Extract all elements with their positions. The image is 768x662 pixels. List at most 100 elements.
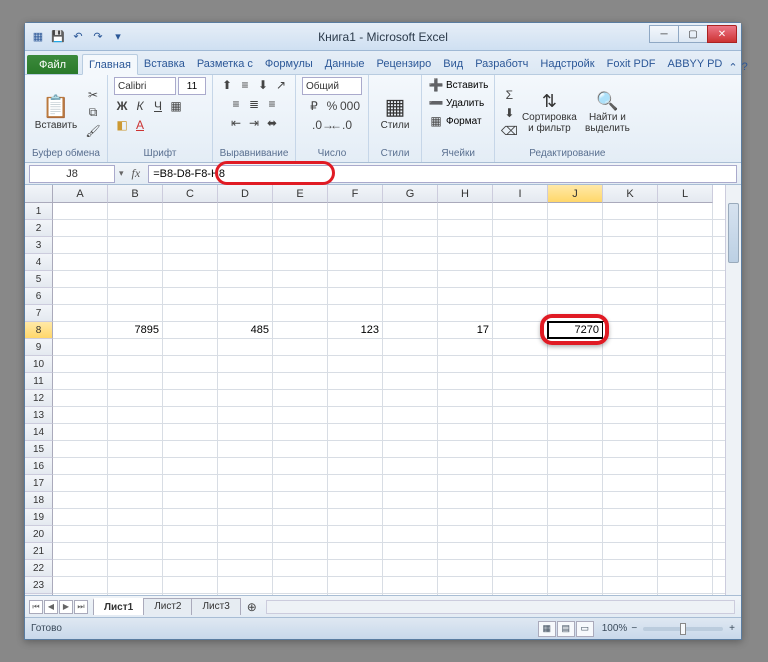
cell[interactable] [438,271,493,287]
cell[interactable] [53,492,108,508]
font-name-select[interactable]: Calibri [114,77,176,95]
cell[interactable]: 123 [328,322,383,338]
cell[interactable] [218,475,273,491]
increase-indent-icon[interactable]: ⇥ [246,115,262,131]
cell[interactable] [218,441,273,457]
cell[interactable] [328,356,383,372]
cell[interactable] [548,577,603,593]
sheet-nav-last-icon[interactable]: ⏭ [74,600,88,614]
maximize-button[interactable]: ▢ [678,25,708,43]
cell[interactable] [658,407,713,423]
cell[interactable] [658,577,713,593]
row-header[interactable]: 5 [25,271,53,288]
clear-icon[interactable]: ⌫ [501,123,517,139]
cell[interactable] [438,407,493,423]
cell[interactable] [53,577,108,593]
cell[interactable] [273,339,328,355]
formula-input[interactable]: =B8-D8-F8-H8 [148,165,737,183]
cell[interactable] [438,492,493,508]
cell[interactable] [108,203,163,219]
paste-button[interactable]: 📋 Вставить [31,80,81,146]
cell[interactable] [273,237,328,253]
cell[interactable] [273,373,328,389]
cell[interactable] [218,356,273,372]
cell[interactable] [108,577,163,593]
cell[interactable] [108,424,163,440]
cell[interactable] [163,220,218,236]
font-color-icon[interactable]: A [132,117,148,133]
decrease-indent-icon[interactable]: ⇤ [228,115,244,131]
cell[interactable] [658,560,713,576]
cell[interactable] [273,356,328,372]
cell[interactable] [108,526,163,542]
minimize-ribbon-icon[interactable]: ⌃ [728,61,737,74]
row-header[interactable]: 22 [25,560,53,577]
row-header[interactable]: 21 [25,543,53,560]
cell[interactable] [218,458,273,474]
row-header[interactable]: 17 [25,475,53,492]
cell[interactable] [603,492,658,508]
row-header[interactable]: 19 [25,509,53,526]
cell[interactable] [218,220,273,236]
cell[interactable] [218,237,273,253]
cell[interactable] [383,288,438,304]
cell[interactable] [548,237,603,253]
cell[interactable] [53,441,108,457]
cell[interactable] [328,373,383,389]
row-header[interactable]: 16 [25,458,53,475]
cell[interactable] [658,441,713,457]
row-header[interactable]: 23 [25,577,53,594]
insert-cells-icon[interactable]: ➕ [428,77,444,93]
cell[interactable] [658,254,713,270]
cell[interactable] [383,254,438,270]
cell[interactable] [438,305,493,321]
row-header[interactable]: 8 [25,322,53,339]
cell[interactable] [658,390,713,406]
cell[interactable] [108,220,163,236]
cell[interactable] [218,339,273,355]
cell[interactable] [53,407,108,423]
row-header[interactable]: 12 [25,390,53,407]
sheet-tab[interactable]: Лист2 [143,598,192,615]
align-center-icon[interactable]: ≣ [246,96,262,112]
column-header[interactable]: G [383,185,438,203]
row-header[interactable]: 9 [25,339,53,356]
cell[interactable] [163,509,218,525]
cell[interactable] [53,203,108,219]
cell[interactable] [383,526,438,542]
find-select-button[interactable]: 🔍 Найти и выделить [581,80,633,146]
cell[interactable] [383,220,438,236]
row-header[interactable]: 1 [25,203,53,220]
cell[interactable] [658,543,713,559]
cell-styles-button[interactable]: ▦ Стили [375,80,415,146]
cell[interactable] [493,458,548,474]
currency-icon[interactable]: ₽ [306,98,322,114]
name-box[interactable]: J8 [29,165,115,183]
ribbon-tab-10[interactable]: ABBYY PD [662,54,729,74]
cell[interactable] [493,526,548,542]
cell[interactable] [603,254,658,270]
cell[interactable] [658,322,713,338]
cell[interactable] [548,390,603,406]
cell[interactable] [108,305,163,321]
align-bottom-icon[interactable]: ⬇ [255,77,271,93]
cell[interactable] [493,543,548,559]
cell[interactable] [493,594,548,595]
cell[interactable] [493,254,548,270]
cell[interactable] [493,203,548,219]
cell[interactable] [438,509,493,525]
cell[interactable] [438,288,493,304]
cell[interactable] [493,237,548,253]
cell[interactable] [548,373,603,389]
ribbon-tab-6[interactable]: Вид [437,54,469,74]
cell[interactable] [163,356,218,372]
cell[interactable] [383,356,438,372]
cell[interactable] [603,543,658,559]
select-all-corner[interactable] [25,185,53,203]
cell[interactable] [383,509,438,525]
cell[interactable] [163,254,218,270]
column-header[interactable]: A [53,185,108,203]
cell[interactable] [603,271,658,287]
cell[interactable] [163,560,218,576]
cell[interactable] [328,492,383,508]
